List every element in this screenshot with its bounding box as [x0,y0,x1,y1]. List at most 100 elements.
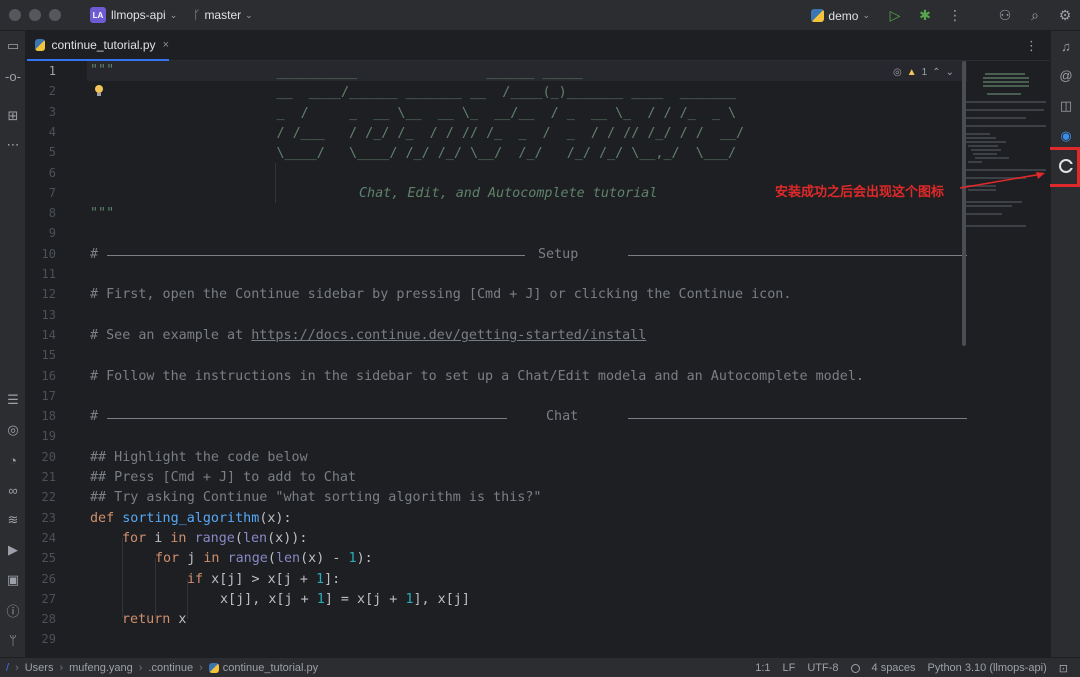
more-actions-icon[interactable]: ⋮ [940,0,970,31]
problems-icon[interactable]: ⓘ [2,599,24,621]
builtin: len [243,531,267,546]
intention-bulb-icon[interactable] [94,85,104,97]
branch-selector[interactable]: master [204,8,241,22]
minimap-line [966,213,1002,215]
line-number: 17 [27,386,56,406]
section-comment-hash: # [90,407,98,427]
reader-mode-icon[interactable]: ◎ [893,67,902,78]
line-number: 10 [27,244,56,264]
lock-icon[interactable]: ⊡ [1059,662,1068,675]
run-configuration-selector[interactable]: demo ⌄ [811,9,870,23]
python-packages-icon[interactable]: ∞ [2,479,24,501]
commit-icon[interactable]: -o- [2,65,24,87]
minimap-line [966,137,996,139]
project-folder-icon[interactable]: ▭ [2,35,24,57]
copilot-icon[interactable]: ◎ [2,419,24,441]
docs-link[interactable]: https://docs.continue.dev/getting-starte… [251,328,646,343]
git-branch-icon[interactable]: ᚴ [193,8,200,22]
chevron-down-icon[interactable]: ⌄ [170,10,178,21]
line-number: 12 [27,284,56,304]
code-editor[interactable]: 1 2 3 4 5 6 7 8 9 10 11 12 13 14 15 16 1… [27,61,1050,656]
line-number: 8 [27,203,56,223]
zoom-window-button[interactable] [49,9,61,21]
debug-icon[interactable]: ✱ [910,0,940,31]
close-window-button[interactable] [9,9,21,21]
chevron-down-icon[interactable]: ⌄ [245,10,253,21]
line-number: 23 [27,508,56,528]
minimap-line [983,81,1029,83]
ai-assistant-icon[interactable]: @ [1055,64,1077,86]
number-literal: 1 [349,551,357,566]
file-encoding[interactable]: UTF-8 [807,662,838,674]
code-text: ( [268,551,276,566]
breadcrumb-item[interactable]: mufeng.yang [69,662,133,674]
next-highlight-icon[interactable]: ⌄ [946,67,954,78]
line-number: 20 [27,447,56,467]
ascii-art-line: \____/ \____/ /_/ /_/ \__/ /_/ /_/ /_/ \… [212,144,736,164]
tab-options-icon[interactable]: ⋮ [1025,38,1038,54]
cursor-position[interactable]: 1:1 [755,662,770,674]
settings-gear-icon[interactable]: ⚙ [1050,0,1080,31]
code-line-return: return x [122,610,187,630]
line-number: 13 [27,305,56,325]
previous-highlight-icon[interactable]: ⌃ [932,67,940,78]
keyword: return [122,612,170,627]
minimize-window-button[interactable] [29,9,41,21]
code-minimap[interactable] [963,61,1049,351]
keyword: for [155,551,179,566]
line-ending[interactable]: LF [783,662,796,674]
code-docstring-close: """ [90,204,114,224]
editor-tab-bar: continue_tutorial.py × ⋮ [27,31,1050,61]
code-docstring-open: """ [90,61,114,81]
profiler-icon[interactable]: ◔ [2,449,24,471]
project-selector[interactable]: llmops-api [111,8,166,22]
line-number: 15 [27,345,56,365]
comment-line: # Follow the instructions in the sidebar… [90,367,864,387]
line-number: 28 [27,609,56,629]
structure-icon[interactable]: ⊞ [2,105,24,127]
code-text: x[j] > x[j + [203,572,316,587]
line-number: 18 [27,406,56,426]
add-user-icon[interactable]: ⚇ [990,0,1020,31]
breadcrumb-item[interactable]: Users [25,662,54,674]
line-number: 16 [27,366,56,386]
layers-icon[interactable]: ≋ [2,509,24,531]
line-number: 26 [27,569,56,589]
continue-status-icon[interactable] [851,664,860,673]
comment-line: # First, open the Continue sidebar by pr… [90,285,791,305]
database-icon[interactable]: ◫ [1055,95,1077,117]
minimap-line [968,145,998,147]
account-icon[interactable]: ◉ [1055,125,1077,147]
terminal-icon[interactable]: ▣ [2,569,24,591]
comment-text: # See an example at [90,328,251,343]
breadcrumb-item[interactable]: .continue [148,662,193,674]
inspection-widget[interactable]: ◎ ▲ 1 ⌃ ⌄ [893,65,954,79]
vertical-scrollbar[interactable] [962,61,966,346]
project-badge[interactable]: LA [90,7,106,23]
code-text: ] = x[j + [325,592,406,607]
minimap-line [968,161,982,163]
services-icon[interactable]: ▶ [2,539,24,561]
line-number: 3 [27,102,56,122]
close-tab-icon[interactable]: × [163,39,169,51]
git-icon[interactable]: ᛘ [2,629,24,651]
ascii-art-line: __________ ______ _____ [212,63,583,83]
tab-continue-tutorial[interactable]: continue_tutorial.py × [27,31,169,61]
indent-guide [275,163,276,203]
breadcrumb-root[interactable]: / [6,662,9,674]
window-controls [9,9,61,21]
python-interpreter[interactable]: Python 3.10 (llmops-api) [928,662,1047,674]
todo-list-icon[interactable]: ☰ [2,389,24,411]
run-icon[interactable]: ▷ [880,0,910,31]
minimap-line [966,141,1006,143]
more-tools-icon[interactable]: ⋯ [2,134,24,156]
notifications-bell-icon[interactable]: ♫ [1055,35,1077,57]
code-text: ]: [324,572,340,587]
minimap-line [966,205,1012,207]
search-icon[interactable]: ⌕ [1020,0,1050,31]
python-file-icon [209,663,219,673]
indent-setting[interactable]: 4 spaces [872,662,916,674]
breadcrumb-item[interactable]: continue_tutorial.py [223,662,318,674]
annotation-highlight-box [1045,147,1080,187]
minimap-line [966,109,1044,111]
